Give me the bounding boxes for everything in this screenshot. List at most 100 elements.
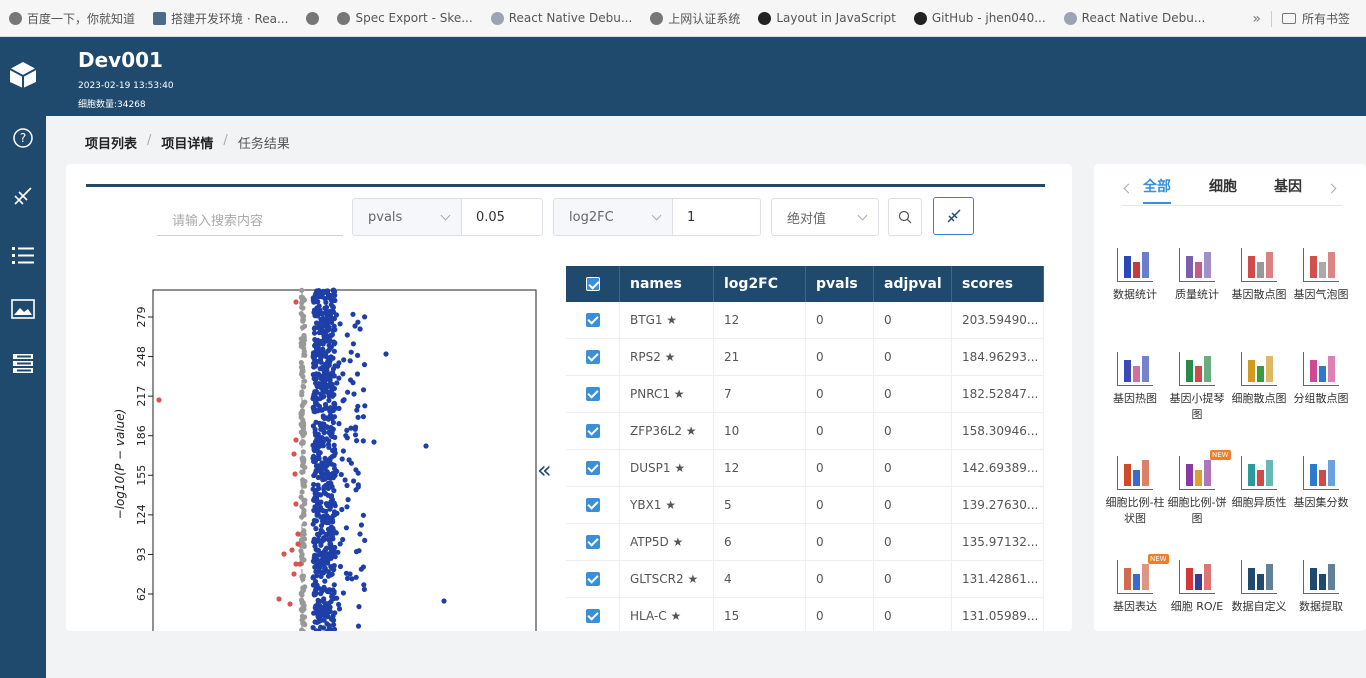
mode-select[interactable]: 绝对值 (771, 198, 879, 236)
row-checkbox[interactable] (566, 376, 620, 412)
tool-item[interactable]: 基因气泡图 (1290, 248, 1352, 303)
up-point (362, 403, 368, 409)
bookmark-item[interactable] (297, 0, 328, 36)
row-checkbox[interactable] (566, 413, 620, 449)
up-point (320, 443, 326, 449)
ns-point (299, 367, 305, 373)
cell-name: ATP5D ★ (620, 524, 714, 560)
table-row[interactable]: DUSP1 ★ 12 0 0 142.69389... (566, 450, 1044, 487)
up-point (334, 510, 340, 516)
tool-item[interactable]: 基因小提琴图 (1166, 352, 1228, 423)
dna-icon (947, 209, 960, 223)
table-row[interactable]: ZFP36L2 ★ 10 0 0 158.30946... (566, 413, 1044, 450)
tab-all[interactable]: 全部 (1143, 176, 1171, 204)
select-all-checkbox[interactable] (566, 266, 620, 302)
tool-item[interactable]: 细胞散点图 (1228, 352, 1290, 407)
col-adjpval[interactable]: adjpval (874, 266, 952, 302)
table-row[interactable]: GLTSCR2 ★ 4 0 0 131.42861... (566, 561, 1044, 598)
tool-chart-icon (1303, 352, 1339, 386)
up-point (353, 549, 360, 555)
bookmark-item[interactable]: 上网认证系统 (641, 0, 749, 36)
bookmark-item[interactable]: GitHub - jhen040... (905, 0, 1055, 36)
col-scores[interactable]: scores (952, 266, 1044, 302)
bookmark-item[interactable]: Spec Export - Ske... (328, 0, 481, 36)
up-point (312, 543, 318, 549)
row-checkbox[interactable] (566, 598, 620, 631)
bookmarks-overflow-button[interactable]: » (1252, 11, 1261, 27)
chevron-left-icon[interactable] (1123, 183, 1134, 194)
tool-item[interactable]: 数据自定义 (1228, 560, 1290, 615)
pvals-select[interactable]: pvals (352, 198, 462, 236)
table-row[interactable]: ATP5D ★ 6 0 0 135.97132... (566, 524, 1044, 561)
up-point (311, 326, 317, 332)
search-button[interactable] (888, 198, 922, 236)
bookmark-item[interactable]: React Native Debu... (482, 0, 642, 36)
col-log2fc[interactable]: log2FC (714, 266, 806, 302)
tool-item[interactable]: 分组散点图 (1290, 352, 1352, 407)
table-row[interactable]: YBX1 ★ 5 0 0 139.27630... (566, 487, 1044, 524)
tool-item[interactable]: NEW 细胞比例-饼图 (1166, 450, 1231, 527)
tool-item[interactable]: 基因散点图 (1228, 248, 1290, 303)
tool-item[interactable]: NEW 基因表达 (1104, 554, 1169, 615)
row-checkbox[interactable] (566, 339, 620, 375)
tool-item[interactable]: 细胞比例-柱状图 (1104, 456, 1166, 527)
tool-item[interactable]: 基因集分数 (1290, 456, 1352, 511)
image-icon[interactable] (0, 289, 46, 329)
breadcrumb-project-detail[interactable]: 项目详情 (161, 133, 213, 152)
ns-point (300, 440, 306, 446)
row-checkbox[interactable] (566, 524, 620, 560)
log2fc-threshold-input[interactable]: 1 (672, 198, 761, 236)
tab-cells[interactable]: 细胞 (1209, 176, 1237, 204)
bookmark-item[interactable]: React Native Debu... (1055, 0, 1215, 36)
table-row[interactable]: PNRC1 ★ 7 0 0 182.52847... (566, 376, 1044, 413)
up-point (312, 591, 318, 597)
tool-item[interactable]: 细胞异质性 (1228, 456, 1290, 511)
cell-adjpval: 0 (874, 450, 952, 486)
app-logo-icon[interactable] (0, 55, 46, 95)
tool-item[interactable]: 基因热图 (1104, 352, 1166, 407)
dna-icon[interactable] (0, 176, 46, 216)
search-input[interactable]: 请输入搜索内容 (157, 200, 343, 236)
row-checkbox[interactable] (566, 302, 620, 338)
cell-pvals: 0 (806, 302, 874, 338)
bookmark-item[interactable]: 搭建开发环境 · Rea... (144, 0, 297, 36)
tool-item[interactable]: 数据提取 (1290, 560, 1352, 615)
tool-item[interactable]: 质量统计 (1166, 248, 1228, 303)
chevron-right-icon[interactable] (1326, 183, 1337, 194)
log2fc-select[interactable]: log2FC (553, 198, 673, 236)
up-point (325, 372, 331, 378)
all-bookmarks-button[interactable]: 所有书签 (1302, 10, 1350, 27)
row-checkbox[interactable] (566, 561, 620, 597)
up-point (344, 427, 350, 433)
ns-point (298, 414, 304, 420)
cell-log2fc: 10 (714, 413, 806, 449)
tool-item[interactable]: 细胞 RO/E (1166, 560, 1228, 615)
pvals-threshold-input[interactable]: 0.05 (461, 198, 543, 236)
down-point (287, 601, 293, 607)
ns-point (301, 348, 307, 355)
row-checkbox[interactable] (566, 487, 620, 523)
bookmark-item[interactable]: Layout in JavaScript (749, 0, 905, 36)
ns-point (302, 378, 308, 384)
cell-log2fc: 5 (714, 487, 806, 523)
list-icon[interactable] (0, 235, 46, 275)
table-row[interactable]: BTG1 ★ 12 0 0 203.59490... (566, 302, 1044, 339)
up-point (310, 575, 316, 581)
table-row[interactable]: HLA-C ★ 15 0 0 131.05989... (566, 598, 1044, 631)
bookmark-item[interactable]: 百度一下，你就知道 (0, 0, 144, 36)
ns-point (302, 323, 308, 329)
row-checkbox[interactable] (566, 450, 620, 486)
table-icon[interactable] (0, 343, 46, 383)
volcano-plot-button[interactable] (933, 197, 974, 235)
table-row[interactable]: RPS2 ★ 21 0 0 184.96293... (566, 339, 1044, 376)
pvals-select-label: pvals (368, 209, 403, 225)
col-names[interactable]: names (620, 266, 714, 302)
up-point (347, 571, 353, 577)
collapse-chevron-icon[interactable]: « (537, 456, 552, 484)
up-point (356, 604, 362, 610)
breadcrumb-project-list[interactable]: 项目列表 (85, 133, 137, 152)
help-icon[interactable]: ? (0, 118, 46, 158)
tab-genes[interactable]: 基因 (1274, 176, 1302, 204)
col-pvals[interactable]: pvals (806, 266, 874, 302)
tool-item[interactable]: 数据统计 (1104, 248, 1166, 303)
